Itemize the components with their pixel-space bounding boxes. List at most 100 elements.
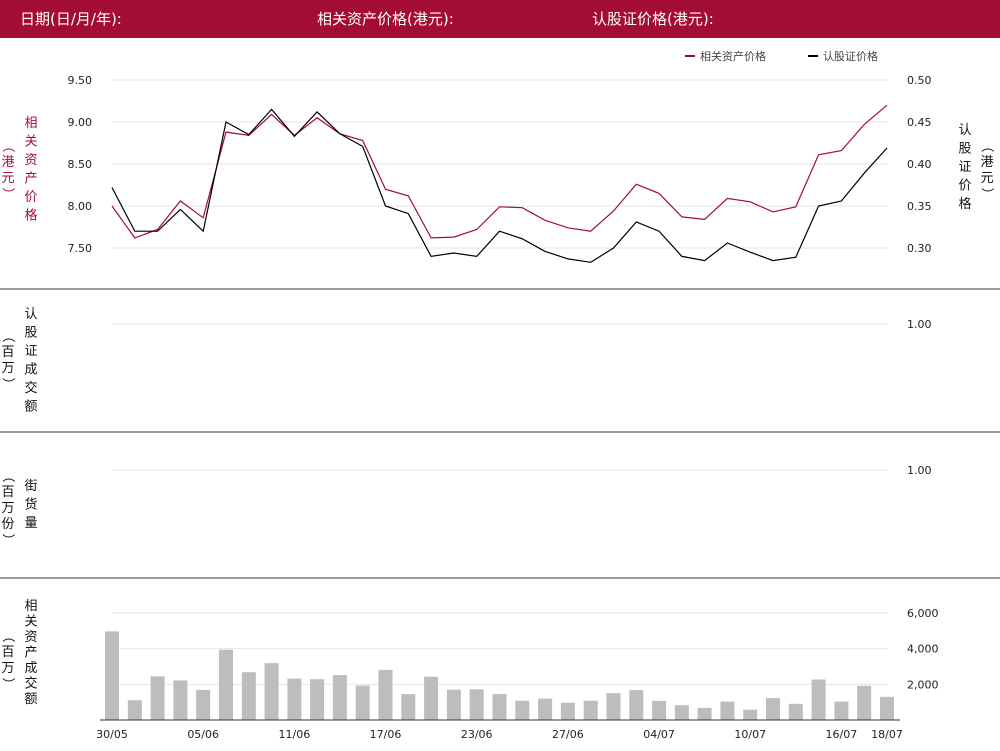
price-right-axis-label: 认股证价格: [958, 123, 971, 212]
warrant-chart: 7.50 8.00 8.50 9.00 9.50 0.30 0.35 0.40 0.45 0.50…: [0, 49, 1000, 741]
asset-turnover-bar: [105, 631, 119, 720]
price-left-axis-unit: （ 港元）: [0, 139, 15, 200]
asset-turnover-axis-label-char: 关: [24, 615, 37, 630]
asset-price-line: [111, 104, 888, 239]
x-tick-label: 27/06: [552, 728, 584, 741]
asset-turnover-bar: [378, 669, 393, 720]
price-left-tick-label: 9.00: [68, 116, 93, 129]
asset-turnover-axis-unit-char: 万: [1, 661, 14, 676]
asset-turnover-axis-label-char: 成: [24, 661, 37, 676]
asset-turnover-bar: [857, 685, 872, 720]
warrant-turnover-axis-unit-char: ）: [0, 377, 15, 390]
asset-turnover-axis-unit-char: （: [0, 629, 15, 642]
asset-turnover-axis-label-char: 相: [24, 599, 37, 614]
price-right-axis-label-char: 价: [958, 179, 971, 194]
chart-header-bar: 日期(日/月/年): 相关资产价格(港元): 认股证价格(港元):: [0, 0, 1000, 38]
price-right-axis-unit-char: （: [979, 139, 994, 152]
asset-turnover-bar: [697, 707, 712, 720]
asset-turnover-bar: [811, 679, 826, 720]
warrant-turnover-axis-unit: （ 百万）: [0, 329, 15, 390]
asset-turnover-bar: [606, 693, 621, 720]
price-right-axis-unit-char: 港: [980, 155, 993, 170]
asset-turnover-bar: [560, 702, 575, 720]
price-right-tick-label: 0.30: [907, 242, 932, 255]
price-left-axis-unit-char: ）: [0, 187, 15, 200]
warrant-turnover-axis-unit-char: 万: [1, 361, 14, 376]
x-tick-label: 04/07: [643, 728, 675, 741]
price-left-tick-label: 8.00: [68, 200, 93, 213]
asset-turnover-tick-label: 2,000: [907, 678, 939, 691]
asset-turnover-axis-label-char: 资: [24, 630, 37, 645]
price-left-axis-label-char: 产: [24, 172, 37, 187]
price-right-axis-label-char: 认: [958, 123, 971, 138]
x-tick-label: 30/05: [96, 728, 128, 741]
legend-warrant-label: 认股证价格: [823, 49, 878, 63]
outstanding-axis-unit-char: （: [0, 469, 15, 482]
warrant-price-label: 认股证价格(港元):: [592, 10, 714, 28]
price-right-tick-label: 0.50: [907, 74, 932, 87]
price-right-axis-label-char: 股: [958, 142, 971, 157]
asset-turnover-bar: [355, 685, 370, 720]
outstanding-axis-label: 街货量: [24, 479, 37, 531]
price-right-axis-label-char: 格: [958, 196, 971, 212]
price-left-tick-label: 9.50: [68, 74, 93, 87]
asset-price-label: 相关资产价格(港元):: [317, 10, 454, 28]
price-right-axis-unit-char: 元: [980, 171, 993, 186]
x-tick-label: 05/06: [187, 728, 219, 741]
outstanding-axis-unit: （ 百万份）: [0, 469, 15, 546]
outstanding-tick-label: 1.00: [907, 464, 932, 477]
warrant-turnover-axis-unit-char: 百: [1, 345, 14, 360]
asset-turnover-bar: [834, 701, 849, 720]
x-tick-label: 18/07: [871, 728, 903, 741]
x-tick-label: 16/07: [826, 728, 858, 741]
asset-turnover-bar: [150, 676, 165, 720]
legend-asset-label: 相关资产价格: [700, 49, 766, 63]
asset-turnover-tick-label: 6,000: [907, 607, 939, 620]
asset-turnover-bar: [674, 705, 689, 720]
asset-turnover-bar: [196, 689, 211, 720]
warrant-turnover-axis-label-char: 额: [24, 400, 37, 415]
asset-turnover-bar: [629, 690, 644, 720]
price-right-axis-label-char: 证: [958, 160, 971, 175]
warrant-turnover-axis-label-char: 成: [24, 363, 37, 378]
asset-turnover-axis-label-char: 交: [24, 676, 37, 692]
price-left-axis-label: 相关资产价格: [24, 116, 37, 224]
warrant-turnover-tick-label: 1.00: [907, 318, 932, 331]
outstanding-axis-label-char: 街: [24, 479, 37, 494]
outstanding-axis-label-char: 货: [24, 497, 37, 513]
asset-turnover-bar: [127, 700, 142, 720]
x-tick-label: 11/06: [279, 728, 311, 741]
warrant-turnover-axis-label-char: 股: [24, 326, 37, 341]
asset-turnover-bar: [469, 689, 484, 720]
x-tick-label: 23/06: [461, 728, 493, 741]
asset-turnover-bar: [515, 700, 530, 720]
asset-turnover-bar: [652, 700, 667, 720]
price-left-axis-unit-char: 港: [1, 155, 14, 170]
warrant-turnover-axis-label-char: 交: [24, 380, 37, 396]
asset-turnover-axis-label: 相关资产成交额: [24, 599, 37, 707]
asset-turnover-bar: [264, 663, 279, 720]
date-label: 日期(日/月/年):: [20, 10, 122, 28]
asset-turnover-bar: [492, 694, 507, 720]
price-left-axis-label-char: 格: [24, 208, 37, 224]
asset-turnover-bar: [173, 680, 188, 720]
outstanding-axis-label-char: 量: [24, 516, 37, 531]
asset-turnover-bar: [583, 700, 598, 720]
price-left-axis-unit-char: 元: [1, 171, 14, 186]
outstanding-axis-unit-char: 份: [1, 517, 14, 532]
asset-turnover-axis-unit: （ 百万）: [0, 629, 15, 690]
asset-turnover-bar: [332, 675, 347, 720]
x-tick-label: 17/06: [370, 728, 402, 741]
price-right-tick-label: 0.40: [907, 158, 932, 171]
asset-turnover-bar: [241, 672, 256, 720]
asset-turnover-bar: [287, 678, 302, 720]
asset-turnover-axis-unit-char: 百: [1, 645, 14, 660]
asset-turnover-bar: [720, 701, 735, 720]
price-left-axis-label-char: 资: [24, 153, 37, 168]
asset-turnover-bar: [446, 689, 461, 720]
asset-turnover-bar: [424, 676, 439, 720]
outstanding-axis-unit-char: 万: [1, 501, 14, 516]
warrant-turnover-axis-label-char: 证: [24, 344, 37, 359]
price-left-axis-label-char: 关: [24, 135, 37, 150]
price-right-axis-unit-char: ）: [979, 187, 994, 200]
